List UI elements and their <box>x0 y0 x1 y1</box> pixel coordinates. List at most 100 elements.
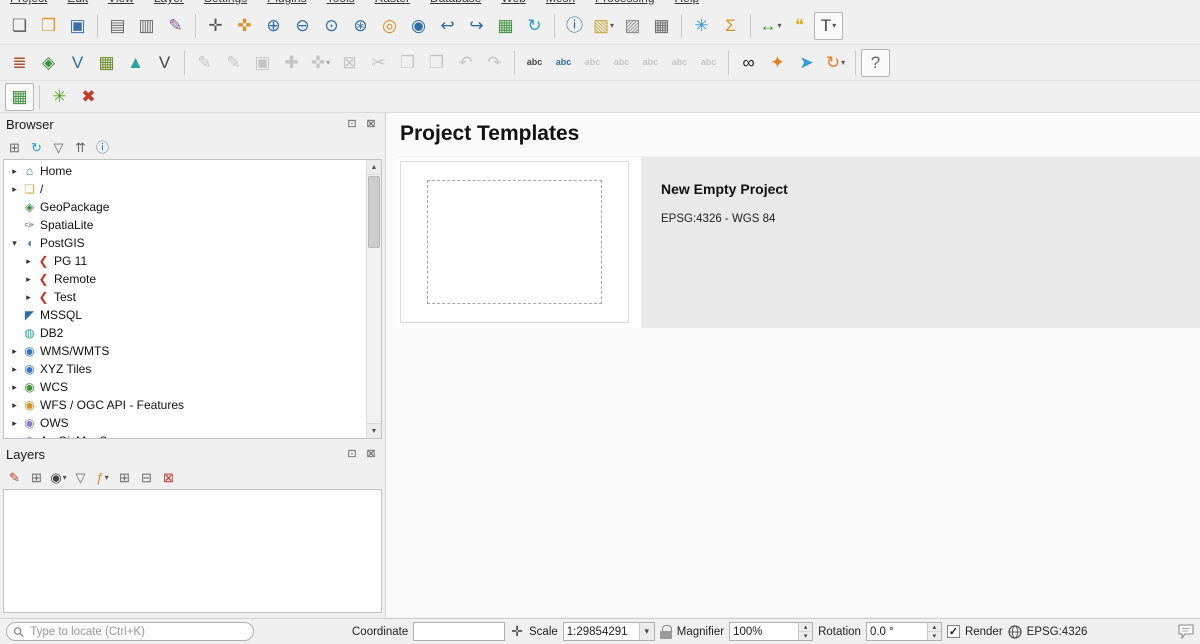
expand-icon[interactable]: ▾ <box>8 238 21 249</box>
add-vector-layer-icon[interactable]: V <box>63 49 92 77</box>
help-contents-icon[interactable]: ? <box>861 49 890 77</box>
render-checkbox[interactable] <box>947 625 960 638</box>
style-manager-icon[interactable]: ✎ <box>161 12 190 40</box>
paste-features-icon[interactable]: ❒ <box>422 49 451 77</box>
map-tips-icon[interactable]: ❝ <box>785 12 814 40</box>
float-panel-icon[interactable]: ⊡ <box>344 447 360 462</box>
scroll-up-icon[interactable] <box>367 160 381 175</box>
open-layer-styling-icon[interactable]: ✎ <box>4 467 25 487</box>
statistics-panel-icon[interactable]: Σ <box>716 12 745 40</box>
spin-down-icon[interactable] <box>928 632 941 640</box>
zoom-last-icon[interactable]: ↩ <box>433 12 462 40</box>
expand-icon[interactable]: ▸ <box>22 292 35 303</box>
pan-map-icon[interactable]: ✛ <box>201 12 230 40</box>
delete-selected-icon[interactable]: ⊠ <box>335 49 364 77</box>
zoom-in-icon[interactable]: ⊕ <box>259 12 288 40</box>
change-label-icon[interactable]: abc <box>694 49 723 77</box>
pan-to-selection-icon[interactable]: ✜ <box>230 12 259 40</box>
expand-icon[interactable]: ▸ <box>8 400 21 411</box>
layer-diagram-icon[interactable]: abc <box>549 49 578 77</box>
float-panel-icon[interactable]: ⊡ <box>344 117 360 132</box>
layer-labeling-icon[interactable]: abc <box>520 49 549 77</box>
scroll-down-icon[interactable] <box>367 423 381 438</box>
close-panel-icon[interactable]: ⊠ <box>363 117 379 132</box>
collapse-all-layers-icon[interactable]: ⊟ <box>136 467 157 487</box>
highlight-labels-icon[interactable]: abc <box>607 49 636 77</box>
undo-icon[interactable]: ↶ <box>451 49 480 77</box>
browser-item-ows[interactable]: ▸◉OWS <box>4 414 366 432</box>
template-thumbnail[interactable] <box>396 157 641 328</box>
crs-status-label[interactable]: EPSG:4326 <box>1027 626 1088 638</box>
locate-input[interactable] <box>28 625 247 639</box>
grass-tools-icon[interactable]: ✳ <box>45 83 74 111</box>
new-3d-map-icon[interactable]: ▦ <box>491 12 520 40</box>
magnifier-spinner[interactable]: 100% <box>729 622 813 641</box>
browser-item-postgis[interactable]: ▾◖PostGIS <box>4 234 366 252</box>
add-feature-icon[interactable]: ✚ <box>277 49 306 77</box>
menu-project[interactable]: Project <box>10 0 47 5</box>
chevron-down-icon[interactable]: ▾ <box>841 58 845 67</box>
lock-scale-icon[interactable] <box>660 625 672 639</box>
grass-edit-icon[interactable]: ✖ <box>74 83 103 111</box>
collapse-all-icon[interactable]: ⇈ <box>70 137 91 157</box>
processing-toolbox-icon[interactable]: ✳ <box>687 12 716 40</box>
expand-icon[interactable]: ▸ <box>8 166 21 177</box>
select-features-icon[interactable]: ▧▾ <box>589 12 618 40</box>
rotation-spinner[interactable]: 0.0 ° <box>866 622 942 641</box>
move-label-icon[interactable]: abc <box>636 49 665 77</box>
menu-edit[interactable]: Edit <box>67 0 88 5</box>
redo-icon[interactable]: ↷ <box>480 49 509 77</box>
refresh-map-icon[interactable]: ↻ <box>520 12 549 40</box>
add-selected-layers-icon[interactable]: ⊞ <box>4 137 25 157</box>
chevron-down-icon[interactable]: ▾ <box>610 21 614 30</box>
enable-properties-widget-icon[interactable]: ⓘ <box>92 137 113 157</box>
coordinate-input[interactable] <box>413 622 505 641</box>
copy-features-icon[interactable]: ❐ <box>393 49 422 77</box>
menu-layer[interactable]: Layer <box>154 0 184 5</box>
menu-raster[interactable]: Raster <box>375 0 410 5</box>
open-attribute-table-icon[interactable]: ▦ <box>647 12 676 40</box>
scrollbar-thumb[interactable] <box>368 176 380 248</box>
zoom-to-selection-icon[interactable]: ◎ <box>375 12 404 40</box>
toggle-editing-icon[interactable]: ✎ <box>219 49 248 77</box>
cut-features-icon[interactable]: ✂ <box>364 49 393 77</box>
chevron-down-icon[interactable] <box>639 623 654 640</box>
scrollbar[interactable] <box>366 160 381 438</box>
new-project-icon[interactable]: ❏ <box>5 12 34 40</box>
zoom-to-layer-icon[interactable]: ◉ <box>404 12 433 40</box>
browser-item-item[interactable]: ▸❏/ <box>4 180 366 198</box>
menu-help[interactable]: Help <box>675 0 700 5</box>
expand-icon[interactable]: ▸ <box>8 382 21 393</box>
spin-up-icon[interactable] <box>928 623 941 632</box>
browser-item-pg-11[interactable]: ▸❮PG 11 <box>4 252 366 270</box>
pin-labels-icon[interactable]: abc <box>578 49 607 77</box>
add-group-icon[interactable]: ⊞ <box>26 467 47 487</box>
zoom-out-icon[interactable]: ⊖ <box>288 12 317 40</box>
measure-icon[interactable]: ↔▾ <box>756 12 785 40</box>
chevron-down-icon[interactable]: ▾ <box>105 473 109 482</box>
menu-web[interactable]: Web <box>501 0 525 5</box>
identify-features-icon[interactable]: ⓘ <box>560 12 589 40</box>
refresh-browser-icon[interactable]: ↻ <box>26 137 47 157</box>
remove-layer-icon[interactable]: ⊠ <box>158 467 179 487</box>
browser-item-wcs[interactable]: ▸◉WCS <box>4 378 366 396</box>
close-panel-icon[interactable]: ⊠ <box>363 447 379 462</box>
menu-mesh[interactable]: Mesh <box>546 0 575 5</box>
chevron-down-icon[interactable]: ▾ <box>326 58 330 67</box>
processing-history-icon[interactable]: ✦ <box>763 49 792 77</box>
expand-icon[interactable]: ▸ <box>8 418 21 429</box>
browser-item-db2[interactable]: ◍DB2 <box>4 324 366 342</box>
expand-icon[interactable]: ▸ <box>8 436 21 439</box>
filter-browser-icon[interactable]: ▽ <box>48 137 69 157</box>
data-source-manager-icon[interactable]: ≣ <box>5 49 34 77</box>
rotate-label-icon[interactable]: abc <box>665 49 694 77</box>
messages-icon[interactable] <box>1178 624 1194 639</box>
add-delimited-text-icon[interactable]: V <box>150 49 179 77</box>
spin-down-icon[interactable] <box>799 632 812 640</box>
browser-item-test[interactable]: ▸❮Test <box>4 288 366 306</box>
browser-item-spatialite[interactable]: ✑SpatiaLite <box>4 216 366 234</box>
layers-view[interactable] <box>3 489 382 613</box>
crs-globe-icon[interactable] <box>1008 625 1022 639</box>
db-manager-icon[interactable]: ▦ <box>5 83 34 111</box>
chevron-down-icon[interactable]: ▾ <box>832 21 836 30</box>
